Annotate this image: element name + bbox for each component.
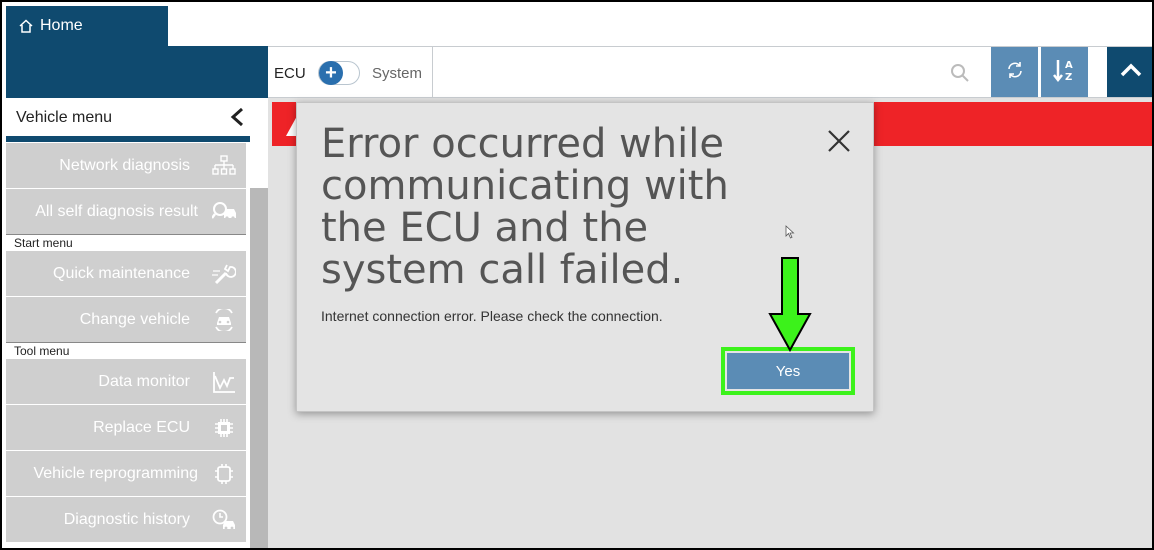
toolbar-divider: [432, 47, 433, 97]
sidebar-item-label: Data monitor: [98, 372, 190, 390]
car-search-icon: [211, 201, 236, 223]
tool-menu-heading: Tool menu: [6, 342, 246, 358]
chevron-left-icon[interactable]: [230, 107, 244, 127]
chevron-up-icon: [1120, 63, 1142, 82]
refresh-button[interactable]: [990, 47, 1038, 97]
sidebar-item-label: Replace ECU: [93, 418, 190, 436]
wrench-icon: [212, 263, 237, 285]
sidebar-item-change-vehicle[interactable]: Change vehicle: [6, 296, 246, 342]
svg-text:Z: Z: [1065, 72, 1072, 83]
chart-icon: [212, 371, 236, 393]
close-icon[interactable]: [825, 127, 853, 155]
yes-button-highlight: Yes: [721, 347, 855, 395]
ecu-label: ECU: [274, 65, 306, 82]
dialog-title: Error occurred while communicating with …: [321, 121, 729, 293]
network-icon: [212, 155, 236, 177]
sidebar-item-all-self-diagnosis[interactable]: All self diagnosis result: [6, 188, 246, 234]
app-frame: Home ECU + System AZ Network diagnosis A…: [0, 0, 1154, 550]
plus-icon: +: [319, 61, 343, 85]
collapse-button[interactable]: [1106, 47, 1152, 97]
history-car-icon: [212, 509, 236, 531]
sidebar-item-data-monitor[interactable]: Data monitor: [6, 358, 246, 404]
sidebar-item-replace-ecu[interactable]: Replace ECU: [6, 404, 246, 450]
sidebar-item-label: Quick maintenance: [53, 264, 190, 282]
dialog-message: Internet connection error. Please check …: [321, 308, 663, 324]
search-icon[interactable]: [950, 63, 970, 83]
vehicle-menu-title: Vehicle menu: [16, 109, 113, 126]
sidebar-item-label: Change vehicle: [79, 310, 190, 328]
sidebar-item-diagnostic-history[interactable]: Diagnostic history: [6, 496, 246, 542]
chip-outline-icon: [212, 463, 236, 485]
sidebar-menu: Network diagnosis All self diagnosis res…: [6, 142, 246, 542]
vehicle-menu-header: Vehicle menu: [6, 98, 250, 142]
home-tab[interactable]: Home: [6, 6, 168, 46]
mouse-cursor-icon: [785, 225, 795, 239]
sidebar-item-quick-maintenance[interactable]: Quick maintenance: [6, 250, 246, 296]
start-menu-heading: Start menu: [6, 234, 246, 250]
sort-az-button[interactable]: AZ: [1040, 47, 1088, 97]
sidebar-item-label: Diagnostic history: [63, 510, 190, 528]
sidebar-item-network-diagnosis[interactable]: Network diagnosis: [6, 142, 246, 188]
green-arrow-icon: [768, 256, 812, 353]
sort-az-icon: AZ: [1052, 57, 1077, 88]
yes-button[interactable]: Yes: [727, 353, 849, 389]
sidebar-scrollbar-thumb[interactable]: [250, 98, 268, 188]
sidebar-item-label: Vehicle reprogramming: [33, 464, 198, 482]
svg-text:A: A: [1065, 60, 1073, 71]
system-label: System: [372, 65, 423, 82]
car-swap-icon: [212, 307, 236, 333]
sidebar-item-label: All self diagnosis result: [35, 202, 198, 220]
home-icon: [18, 18, 34, 34]
home-label: Home: [40, 17, 83, 34]
chip-icon: [212, 417, 236, 439]
sidebar-item-label: Network diagnosis: [59, 156, 190, 174]
toolbar: ECU + System AZ: [268, 46, 1152, 98]
sidebar-item-vehicle-reprogramming[interactable]: Vehicle reprogramming: [6, 450, 246, 496]
header-band: [6, 46, 268, 98]
refresh-icon: [1005, 60, 1025, 85]
ecu-system-toggle[interactable]: +: [318, 61, 360, 85]
sidebar: Network diagnosis All self diagnosis res…: [6, 98, 268, 548]
